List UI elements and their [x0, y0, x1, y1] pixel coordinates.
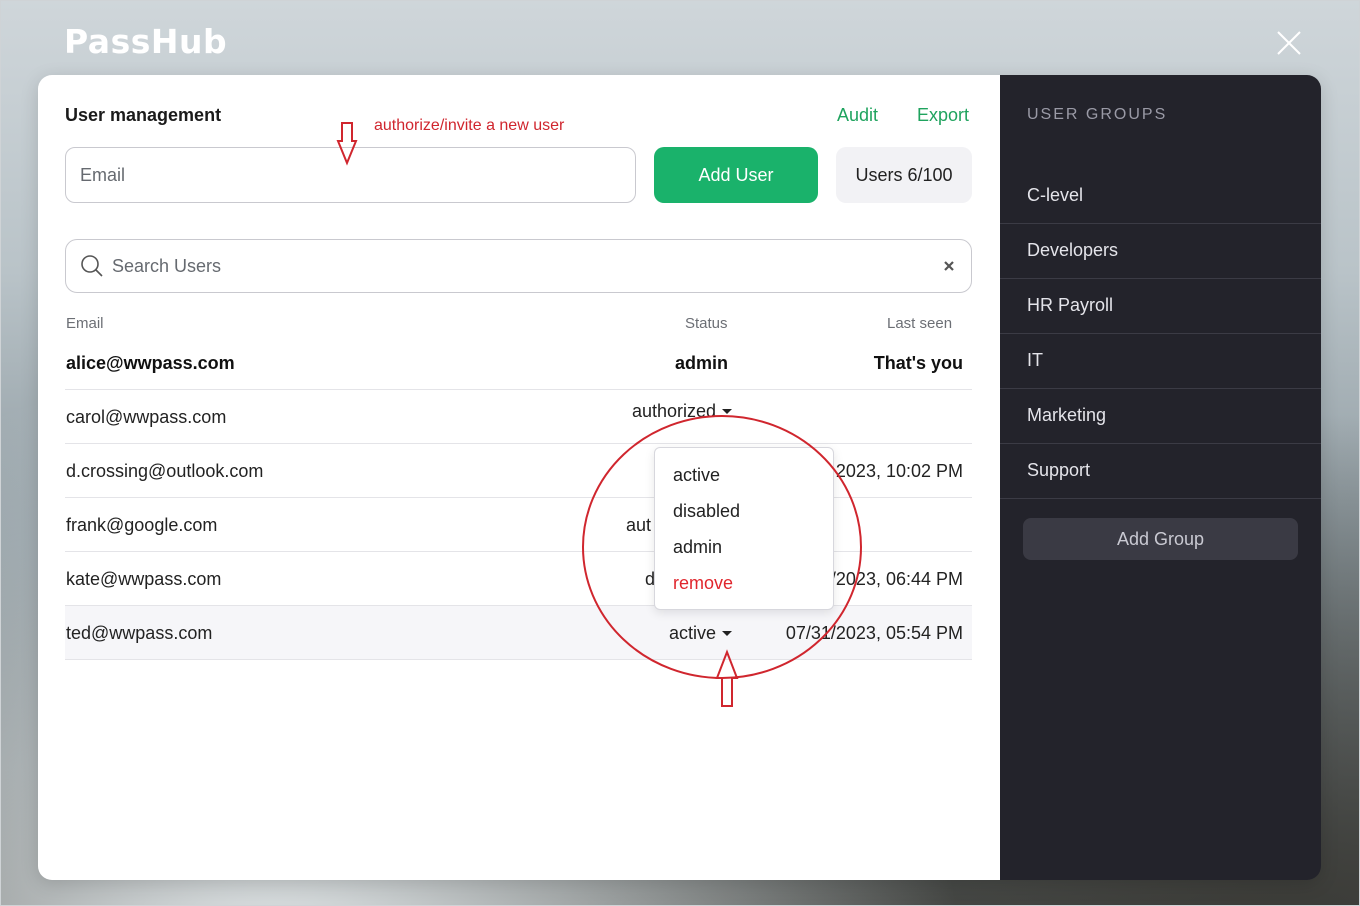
group-item-it[interactable]: IT [1000, 334, 1321, 389]
group-item-hr-payroll[interactable]: HR Payroll [1000, 279, 1321, 334]
search-icon [81, 255, 103, 277]
annotation-label: authorize/invite a new user [374, 117, 565, 134]
group-item-developers[interactable]: Developers [1000, 224, 1321, 279]
caret-down-icon [722, 409, 732, 414]
table-row[interactable]: alice@wwpass.com admin That's you [65, 336, 972, 390]
status-dropdown[interactable]: active [669, 623, 732, 644]
main-pane: User management Audit Export authorize/i… [38, 75, 1000, 880]
sidebar-title: USER GROUPS [1027, 106, 1168, 123]
status-option-admin[interactable]: admin [655, 532, 833, 568]
user-last-seen: 2023, 10:02 PM [835, 461, 963, 481]
users-count-badge: Users 6/100 [836, 147, 972, 203]
status-label: aut [626, 515, 652, 535]
table-row[interactable]: d.crossing@outlook.com 2023, 10:02 PM [65, 444, 972, 498]
column-header-status: Status [685, 315, 728, 332]
group-label: Marketing [1027, 405, 1107, 425]
status-label: authorized [631, 401, 716, 421]
user-email: carol@wwpass.com [66, 407, 227, 427]
user-email: alice@wwpass.com [66, 353, 235, 373]
user-email: d.crossing@outlook.com [66, 461, 264, 481]
export-link[interactable]: Export [917, 105, 969, 126]
user-email: ted@wwpass.com [66, 623, 213, 643]
column-header-email: Email [66, 315, 104, 332]
up-arrow-annotation [715, 649, 739, 707]
table-row[interactable]: frank@google.com aut [65, 498, 972, 552]
group-label: Developers [1027, 240, 1119, 260]
table-row[interactable]: kate@wwpass.com d /2023, 06:44 PM [65, 552, 972, 606]
status-label: admin [674, 353, 728, 373]
page-title: User management [65, 105, 222, 125]
audit-link[interactable]: Audit [837, 105, 878, 126]
user-groups-sidebar: USER GROUPS C-level Developers HR Payrol… [1000, 75, 1321, 880]
status-option-active[interactable]: active [655, 460, 833, 496]
user-management-dialog: User management Audit Export authorize/i… [38, 75, 1321, 880]
user-last-seen: That's you [873, 353, 963, 373]
status-menu: active disabled admin remove [654, 447, 834, 610]
status-option-remove[interactable]: remove [655, 568, 833, 604]
group-item-support[interactable]: Support [1000, 444, 1321, 499]
status-dropdown[interactable]: authorized [632, 401, 732, 422]
close-icon[interactable] [1274, 28, 1304, 58]
search-input[interactable] [112, 255, 941, 277]
table-row[interactable]: carol@wwpass.com authorized [65, 390, 972, 444]
user-email: kate@wwpass.com [66, 569, 222, 589]
table-row[interactable]: ted@wwpass.com active 07/31/2023, 05:54 … [65, 606, 972, 660]
user-status: admin [675, 353, 728, 374]
column-header-last-seen: Last seen [887, 315, 953, 332]
status-option-disabled[interactable]: disabled [655, 496, 833, 532]
group-label: IT [1027, 350, 1043, 370]
add-user-button[interactable]: Add User [654, 147, 818, 203]
group-label: C-level [1027, 185, 1084, 205]
status-dropdown[interactable]: aut [626, 515, 651, 536]
clear-search-icon[interactable] [941, 258, 957, 274]
group-label: Support [1027, 460, 1091, 480]
group-item-c-level[interactable]: C-level [1000, 169, 1321, 224]
group-item-marketing[interactable]: Marketing [1000, 389, 1321, 444]
user-email: frank@google.com [66, 515, 218, 535]
user-last-seen: 07/31/2023, 05:54 PM [785, 623, 963, 643]
add-group-button[interactable]: Add Group [1023, 518, 1298, 560]
user-last-seen: /2023, 06:44 PM [830, 569, 963, 589]
group-label: HR Payroll [1027, 295, 1114, 315]
caret-down-icon [722, 631, 732, 636]
email-field[interactable] [65, 147, 636, 203]
status-label: active [668, 623, 716, 643]
search-bar[interactable] [65, 239, 972, 293]
passhub-logo: PassHub [64, 22, 228, 61]
